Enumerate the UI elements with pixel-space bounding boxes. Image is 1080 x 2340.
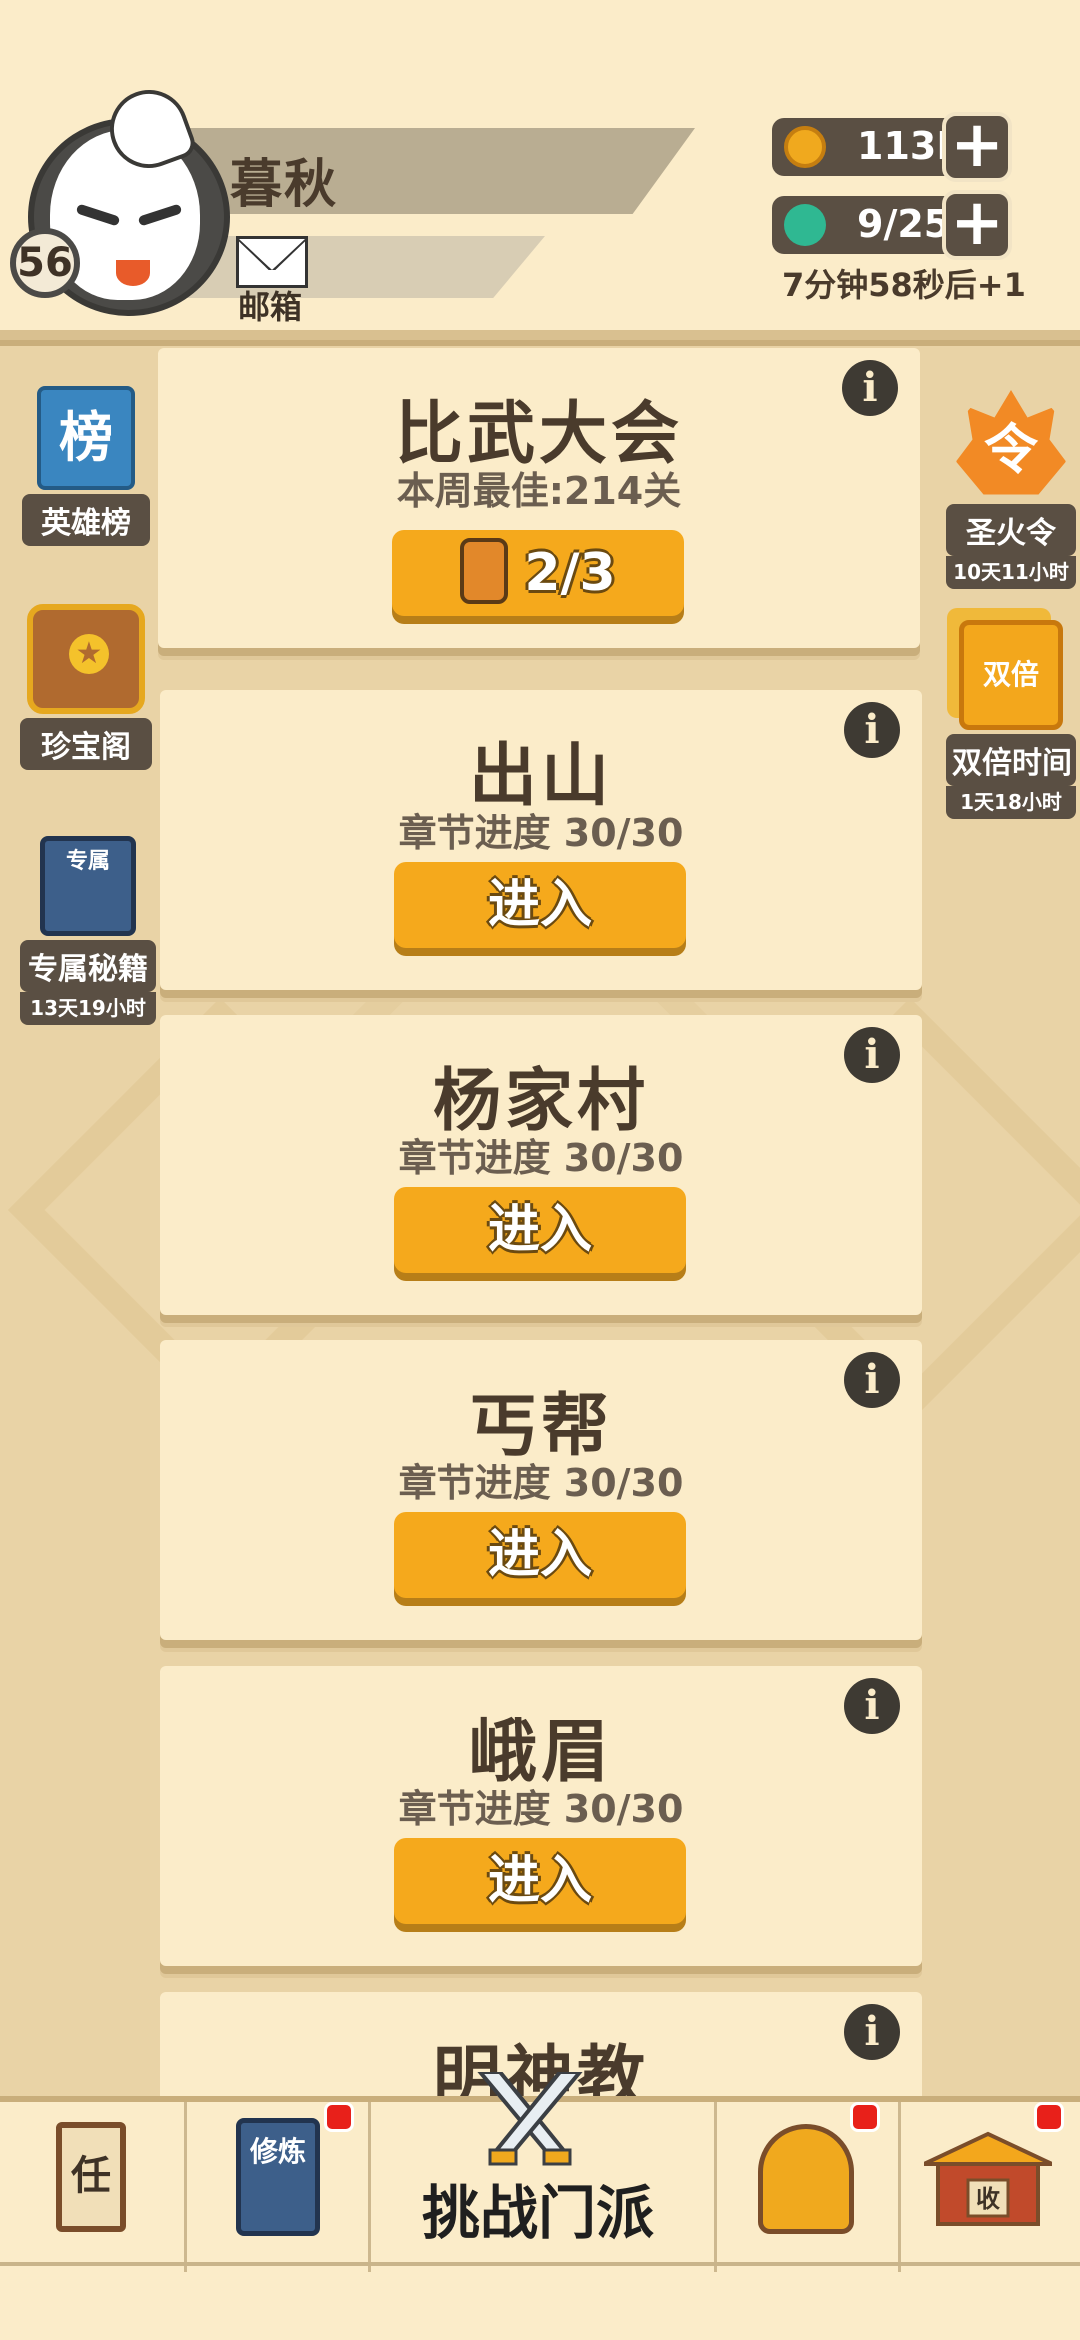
side-timer: 13天19小时	[20, 992, 156, 1025]
crossed-swords-icon	[477, 2072, 583, 2166]
card-chapter: i 出山 章节进度 30/30 进入	[160, 690, 922, 990]
mail-icon[interactable]	[236, 236, 308, 288]
avatar-tuft	[99, 79, 199, 179]
ticket-icon	[460, 538, 509, 604]
nav-equipment[interactable]	[714, 2102, 901, 2272]
double-card-icon: 双倍	[959, 620, 1063, 730]
side-label: 双倍时间	[946, 734, 1076, 786]
side-double-time[interactable]: 双倍 双倍时间 1天18小时	[946, 620, 1076, 819]
shop-icon-text: 收	[976, 2185, 1000, 2213]
card-chapter: i 丐帮 章节进度 30/30 进入	[160, 1340, 922, 1640]
card-chapter: i 峨眉 章节进度 30/30 进入	[160, 1666, 922, 1966]
enter-button[interactable]: 进入	[394, 1838, 686, 1924]
shop-building-icon: 收	[924, 2131, 1052, 2226]
secret-book-icon: 专属	[40, 836, 136, 936]
nav-tasks[interactable]: 任	[0, 2102, 187, 2272]
enter-button[interactable]: 进入	[394, 1512, 686, 1598]
avatar-eye	[137, 203, 183, 227]
side-label: 圣火令	[946, 504, 1076, 556]
ranking-banner-icon: 榜	[37, 386, 135, 490]
side-label: 珍宝阁	[20, 718, 152, 770]
gem-icon	[784, 204, 826, 246]
side-timer: 10天11小时	[946, 556, 1076, 589]
side-flame-token[interactable]: 令 圣火令 10天11小时	[946, 390, 1076, 589]
card-tournament: i 比武大会 本周最佳:214关 2/3	[158, 348, 920, 648]
treasure-chest-icon	[27, 604, 145, 714]
coin-icon	[784, 126, 826, 168]
level-badge: 56	[10, 228, 80, 298]
card-subtitle: 本周最佳:214关	[396, 469, 682, 513]
card-subtitle: 章节进度 30/30	[398, 1136, 684, 1180]
nav-challenge-sect[interactable]: 挑战门派	[368, 2072, 717, 2272]
player-name: 暮秋	[230, 155, 339, 215]
mail-plate	[175, 236, 545, 298]
card-subtitle: 章节进度 30/30	[398, 811, 684, 855]
enter-button[interactable]: 进入	[394, 862, 686, 948]
side-secret-book[interactable]: 专属 专属秘籍 13天19小时	[20, 836, 156, 1025]
gem-counter: 9/25 +	[772, 190, 1012, 260]
player-header: 暮秋 邮箱 56 113K + 9/25 + 7分钟58秒后+1	[0, 0, 1080, 340]
cultivate-book-icon: 修炼	[236, 2118, 320, 2236]
nav-cultivate[interactable]: 修炼	[184, 2102, 371, 2272]
avatar-beak	[116, 260, 150, 286]
gem-value: 9/25	[857, 202, 951, 246]
add-coins-button[interactable]: +	[942, 112, 1012, 182]
tournament-tickets-button[interactable]: 2/3	[392, 530, 684, 616]
card-subtitle: 章节进度 30/30	[398, 1787, 684, 1831]
side-label: 专属秘籍	[20, 940, 156, 992]
enter-button[interactable]: 进入	[394, 1187, 686, 1273]
card-subtitle: 章节进度 30/30	[398, 1461, 684, 1505]
side-label: 英雄榜	[22, 494, 150, 546]
bottom-nav: 任 修炼 挑战门派 收	[0, 2072, 1080, 2272]
add-gems-button[interactable]: +	[942, 190, 1012, 260]
side-timer: 1天18小时	[946, 786, 1076, 819]
ticket-count: 2/3	[524, 543, 616, 603]
flame-token-icon: 令	[956, 390, 1066, 495]
challenge-label: 挑战门派	[421, 2179, 654, 2247]
side-hero-ranking[interactable]: 榜 英雄榜	[22, 386, 150, 546]
task-scroll-icon: 任	[56, 2122, 126, 2232]
helmet-icon	[758, 2124, 854, 2234]
notification-dot	[1034, 2102, 1064, 2132]
notification-dot	[324, 2102, 354, 2132]
nav-shop[interactable]: 收	[898, 2102, 1080, 2272]
coin-counter: 113K +	[772, 112, 1012, 182]
card-chapter: i 杨家村 章节进度 30/30 进入	[160, 1015, 922, 1315]
side-treasure-pavilion[interactable]: 珍宝阁	[20, 604, 152, 770]
notification-dot	[850, 2102, 880, 2132]
bottom-divider	[0, 2262, 1080, 2266]
avatar-eye	[75, 203, 121, 227]
mail-label[interactable]: 邮箱	[238, 282, 302, 328]
regen-timer: 7分钟58秒后+1	[782, 266, 1026, 304]
